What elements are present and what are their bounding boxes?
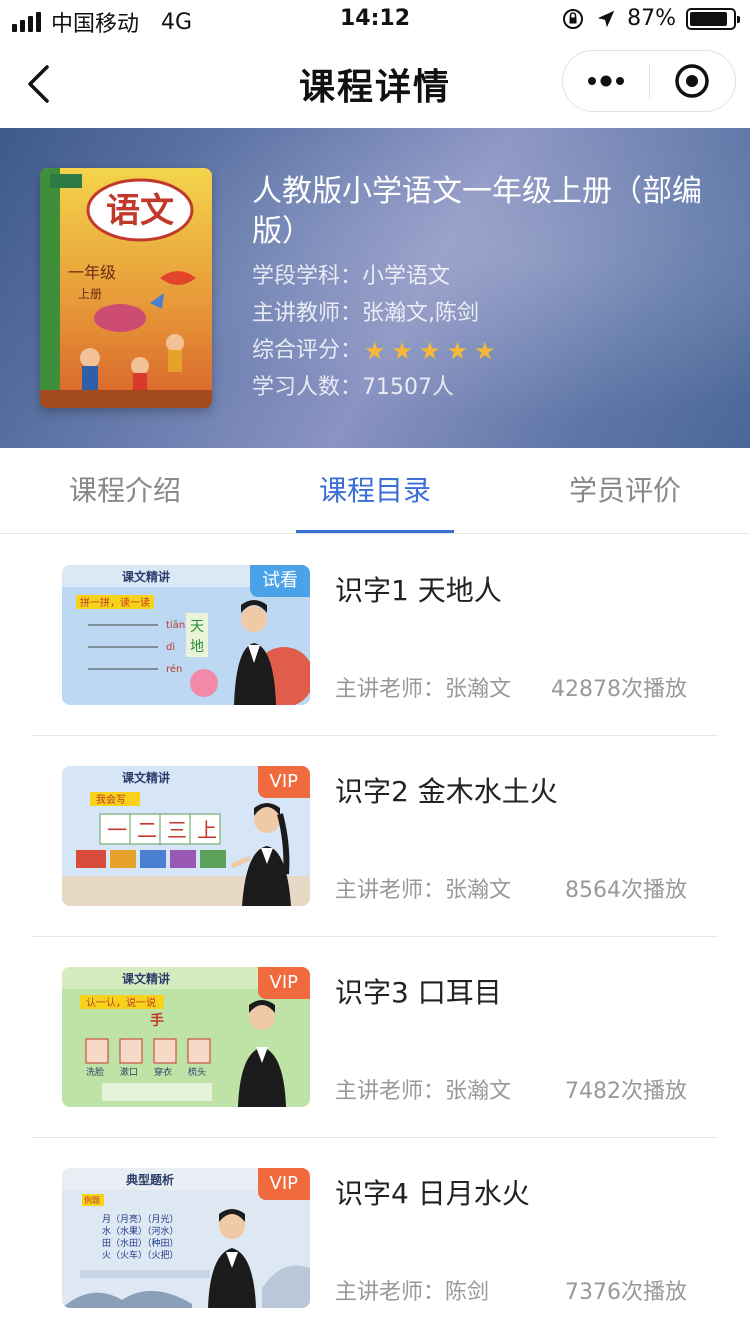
lesson-title[interactable]: 识字2 金木水土火 (335, 770, 558, 810)
course-title: 人教版小学语文一年级上册（部编版） (252, 174, 702, 249)
target-close-icon (675, 64, 709, 98)
lesson-title[interactable]: 识字3 口耳目 (335, 971, 502, 1011)
thumb-char: 上 (197, 818, 217, 842)
tab-reviews[interactable]: 学员评价 (500, 448, 750, 533)
course-tabs: 课程介绍 课程目录 学员评价 (0, 448, 750, 534)
star-icon: ★ (391, 336, 414, 365)
thumb-char: 地 (190, 639, 204, 655)
status-bar: 中国移动 4G 14:12 87% (0, 0, 750, 40)
learners-row: 学习人数： 71507人 (252, 369, 722, 406)
thumb-pinyin: dì (166, 641, 175, 653)
lesson-title[interactable]: 识字1 天地人 (335, 569, 502, 609)
thumb-word: 梳头 (188, 1066, 206, 1078)
rating-label: 综合评分： (252, 338, 363, 363)
lesson-meta: 主讲老师：陈剑 7376次播放 (335, 1274, 687, 1306)
lesson-item[interactable]: 课文精讲 我会写 一 二 三 上 VIP 识字2 金木水土火 主讲老师：张瀚文 … (0, 736, 750, 937)
subject-value: 小学语文 (362, 264, 451, 289)
lesson-play-count: 42878次播放 (551, 677, 687, 702)
learners-value: 71507人 (362, 375, 455, 400)
lesson-list: 课文精讲 拼一拼，读一读 tiān dì rén 天 地 试看 识字1 天地人 … (0, 535, 750, 1339)
vip-badge: VIP (257, 766, 310, 798)
thumb-char: 天 (190, 619, 204, 635)
thumb-subheader: 拼一拼，读一读 (80, 596, 150, 609)
thumb-header: 典型题析 (126, 1172, 174, 1187)
lesson-thumbnail[interactable]: 课文精讲 认一认，说一说 手 洗脸 漱口 穿衣 梳头 VIP (62, 967, 310, 1107)
lesson-meta: 主讲老师：张瀚文 7482次播放 (335, 1073, 687, 1105)
teacher-label: 主讲教师： (252, 301, 363, 326)
lesson-thumbnail[interactable]: 课文精讲 拼一拼，读一读 tiān dì rén 天 地 试看 (62, 565, 310, 705)
star-icon: ★ (419, 336, 441, 365)
thumb-subheader: 我会写 (96, 793, 126, 806)
thumb-line: 水（水果）（河水） (102, 1225, 179, 1237)
thumb-header: 课文精讲 (122, 971, 170, 986)
thumb-header: 课文精讲 (122, 569, 170, 584)
tab-introduction[interactable]: 课程介绍 (0, 448, 250, 533)
thumb-char: 三 (167, 818, 187, 842)
course-cover-image: 语文 一年级 上册 (40, 168, 212, 408)
subject-label: 学段学科： (252, 264, 363, 289)
subject-row: 学段学科： 小学语文 (252, 258, 722, 295)
lesson-play-count: 7376次播放 (565, 1280, 687, 1305)
vip-badge: VIP (257, 1168, 310, 1200)
orientation-lock-icon (563, 8, 584, 29)
teacher-row: 主讲教师： 张瀚文,陈剑 (252, 295, 722, 332)
thumb-char: 一 (107, 818, 127, 842)
battery-icon (686, 7, 740, 30)
course-header: 语文 一年级 上册 人教版小学语文一年级上册（部编版） 学段学科： 小学语文 主… (0, 128, 750, 448)
more-button[interactable] (563, 51, 649, 111)
thumb-pinyin: tiān (166, 620, 185, 631)
cover-grade: 一年级 (68, 263, 116, 282)
location-arrow-icon (597, 10, 615, 27)
lesson-item[interactable]: 典型题析 例题 月（月亮）（月光） 水（水果）（河水） 田（水田）（种田） 火（… (0, 1138, 750, 1339)
thumb-word: 穿衣 (154, 1066, 172, 1078)
tab-catalog[interactable]: 课程目录 (250, 448, 500, 533)
rating-row: 综合评分： ★ ★ ★ ★ ★ (252, 332, 722, 369)
thumb-header: 课文精讲 (122, 770, 170, 785)
mini-program-capsule (562, 50, 736, 112)
lesson-meta: 主讲老师：张瀚文 42878次播放 (335, 671, 687, 703)
lesson-item[interactable]: 课文精讲 拼一拼，读一读 tiān dì rén 天 地 试看 识字1 天地人 … (0, 535, 750, 736)
lesson-meta: 主讲老师：张瀚文 8564次播放 (335, 872, 687, 904)
thumb-word: 漱口 (120, 1067, 138, 1078)
teacher-value: 张瀚文,陈剑 (362, 301, 480, 326)
star-icon: ★ (474, 336, 496, 365)
navigation-bar: 课程详情 (0, 40, 750, 128)
star-icon: ★ (446, 336, 469, 365)
close-mini-program-button[interactable] (650, 51, 736, 111)
course-info: 人教版小学语文一年级上册（部编版） 学段学科： 小学语文 主讲教师： 张瀚文,陈… (252, 172, 722, 406)
thumb-subheader: 例题 (84, 1195, 100, 1205)
cover-title: 语文 (106, 191, 174, 231)
rating-stars: ★ ★ ★ ★ ★ (364, 339, 496, 363)
trial-badge: 试看 (250, 565, 310, 597)
lesson-thumbnail[interactable]: 典型题析 例题 月（月亮）（月光） 水（水果）（河水） 田（水田）（种田） 火（… (62, 1168, 310, 1308)
battery-percent: 87% (627, 6, 676, 31)
more-dots-icon (587, 75, 624, 87)
thumb-char: 手 (150, 1012, 164, 1029)
cover-volume: 上册 (78, 287, 102, 301)
lesson-title[interactable]: 识字4 日月水火 (335, 1172, 530, 1212)
thumb-line: 月（月亮）（月光） (102, 1213, 179, 1225)
thumb-line: 田（水田）（种田） (102, 1237, 179, 1249)
vip-badge: VIP (257, 967, 310, 999)
thumb-line: 火（火车）（火把） (102, 1249, 179, 1261)
lesson-play-count: 7482次播放 (565, 1079, 687, 1104)
thumb-char: 二 (137, 818, 157, 842)
learners-label: 学习人数： (252, 375, 363, 400)
thumb-subheader: 认一认，说一说 (86, 996, 156, 1009)
lesson-play-count: 8564次播放 (565, 878, 687, 903)
lesson-thumbnail[interactable]: 课文精讲 我会写 一 二 三 上 VIP (62, 766, 310, 906)
thumb-word: 洗脸 (86, 1066, 104, 1078)
thumb-pinyin: rén (166, 663, 182, 675)
star-icon: ★ (364, 336, 386, 365)
lesson-item[interactable]: 课文精讲 认一认，说一说 手 洗脸 漱口 穿衣 梳头 VIP 识字3 口耳目 主… (0, 937, 750, 1138)
